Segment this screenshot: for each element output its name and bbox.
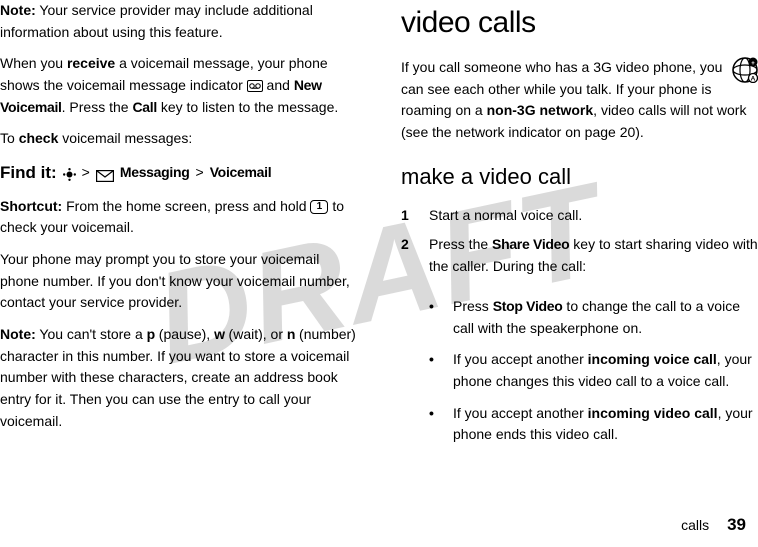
- bullet-body: If you accept another incoming video cal…: [453, 403, 758, 446]
- n-char: n: [287, 326, 295, 342]
- step-body: Start a normal voice call.: [429, 205, 582, 227]
- video-calls-intro: +A If you call someone who has a 3G vide…: [401, 57, 758, 144]
- text: key to listen to the message.: [157, 99, 338, 115]
- text: Press: [453, 298, 493, 314]
- bullet-stop-video: Press Stop Video to change the call to a…: [429, 296, 758, 339]
- envelope-icon: [96, 167, 114, 179]
- shortcut-paragraph: Shortcut: From the home screen, press an…: [0, 196, 357, 239]
- shortcut-label: Shortcut:: [0, 198, 62, 214]
- text: To: [0, 130, 19, 146]
- text: . Press the: [62, 99, 133, 115]
- text: If you accept another: [453, 405, 588, 421]
- 3g-network-icon: +A: [732, 57, 758, 83]
- find-it-label: Find it:: [0, 160, 57, 186]
- text: If you accept another: [453, 351, 588, 367]
- w-char: w: [214, 326, 225, 342]
- svg-text:A: A: [751, 76, 756, 83]
- find-it-line: Find it: > Messaging > Voicemail: [0, 160, 357, 186]
- call-key-label: Call: [132, 99, 156, 115]
- bullet-list: Press Stop Video to change the call to a…: [429, 296, 758, 456]
- store-number-paragraph: Your phone may prompt you to store your …: [0, 249, 357, 314]
- gt: >: [82, 162, 90, 183]
- note-body: Your service provider may include additi…: [0, 2, 313, 40]
- page-content: Note: Your service provider may include …: [0, 0, 758, 547]
- make-video-call-heading: make a video call: [401, 160, 758, 193]
- step-1: 1 Start a normal voice call.: [401, 205, 758, 227]
- left-column: Note: Your service provider may include …: [0, 0, 361, 547]
- step-number: 1: [401, 205, 415, 227]
- note-label: Note:: [0, 2, 36, 18]
- step-body: Press the Share Video key to start shari…: [429, 234, 758, 277]
- step-2: 2 Press the Share Video key to start sha…: [401, 234, 758, 277]
- bullet-incoming-video: If you accept another incoming video cal…: [429, 403, 758, 446]
- p-char: p: [147, 326, 155, 342]
- note-pause-wait: Note: You can't store a p (pause), w (wa…: [0, 324, 357, 432]
- incoming-voice-bold: incoming voice call: [588, 351, 717, 367]
- non-3g-bold: non-3G network: [487, 102, 594, 118]
- text: voicemail messages:: [58, 130, 192, 146]
- stop-video-key: Stop Video: [493, 298, 563, 314]
- check-voicemail-intro: To check voicemail messages:: [0, 128, 357, 150]
- bullet-incoming-voice: If you accept another incoming voice cal…: [429, 349, 758, 392]
- text: You can't store a: [36, 326, 147, 342]
- receive-voicemail-paragraph: When you receive a voicemail message, yo…: [0, 53, 357, 118]
- note-label: Note:: [0, 326, 36, 342]
- steps-list: 1 Start a normal voice call. 2 Press the…: [401, 205, 758, 286]
- check-bold: check: [19, 130, 59, 146]
- key-1-icon: 1: [310, 200, 328, 214]
- right-column: video calls +A If you call someone who h…: [397, 0, 758, 547]
- bullet-body: Press Stop Video to change the call to a…: [453, 296, 758, 339]
- share-video-key: Share Video: [492, 236, 569, 252]
- incoming-video-bold: incoming video call: [588, 405, 718, 421]
- text: Press the: [429, 236, 492, 252]
- voicemail-label: Voicemail: [210, 162, 272, 183]
- text: and: [263, 77, 294, 93]
- bullet-body: If you accept another incoming voice cal…: [453, 349, 758, 392]
- text: (wait), or: [225, 326, 287, 342]
- note-additional-info: Note: Your service provider may include …: [0, 0, 357, 43]
- gt: >: [196, 162, 204, 183]
- text: When you: [0, 55, 67, 71]
- svg-text:+: +: [751, 61, 755, 67]
- messaging-label: Messaging: [120, 162, 190, 183]
- step-number: 2: [401, 234, 415, 277]
- receive-bold: receive: [67, 55, 115, 71]
- menu-dot-icon: [63, 166, 76, 179]
- text: From the home screen, press and hold: [62, 198, 310, 214]
- text: (pause),: [155, 326, 214, 342]
- video-calls-heading: video calls: [401, 0, 758, 45]
- voicemail-indicator-icon: [247, 80, 263, 92]
